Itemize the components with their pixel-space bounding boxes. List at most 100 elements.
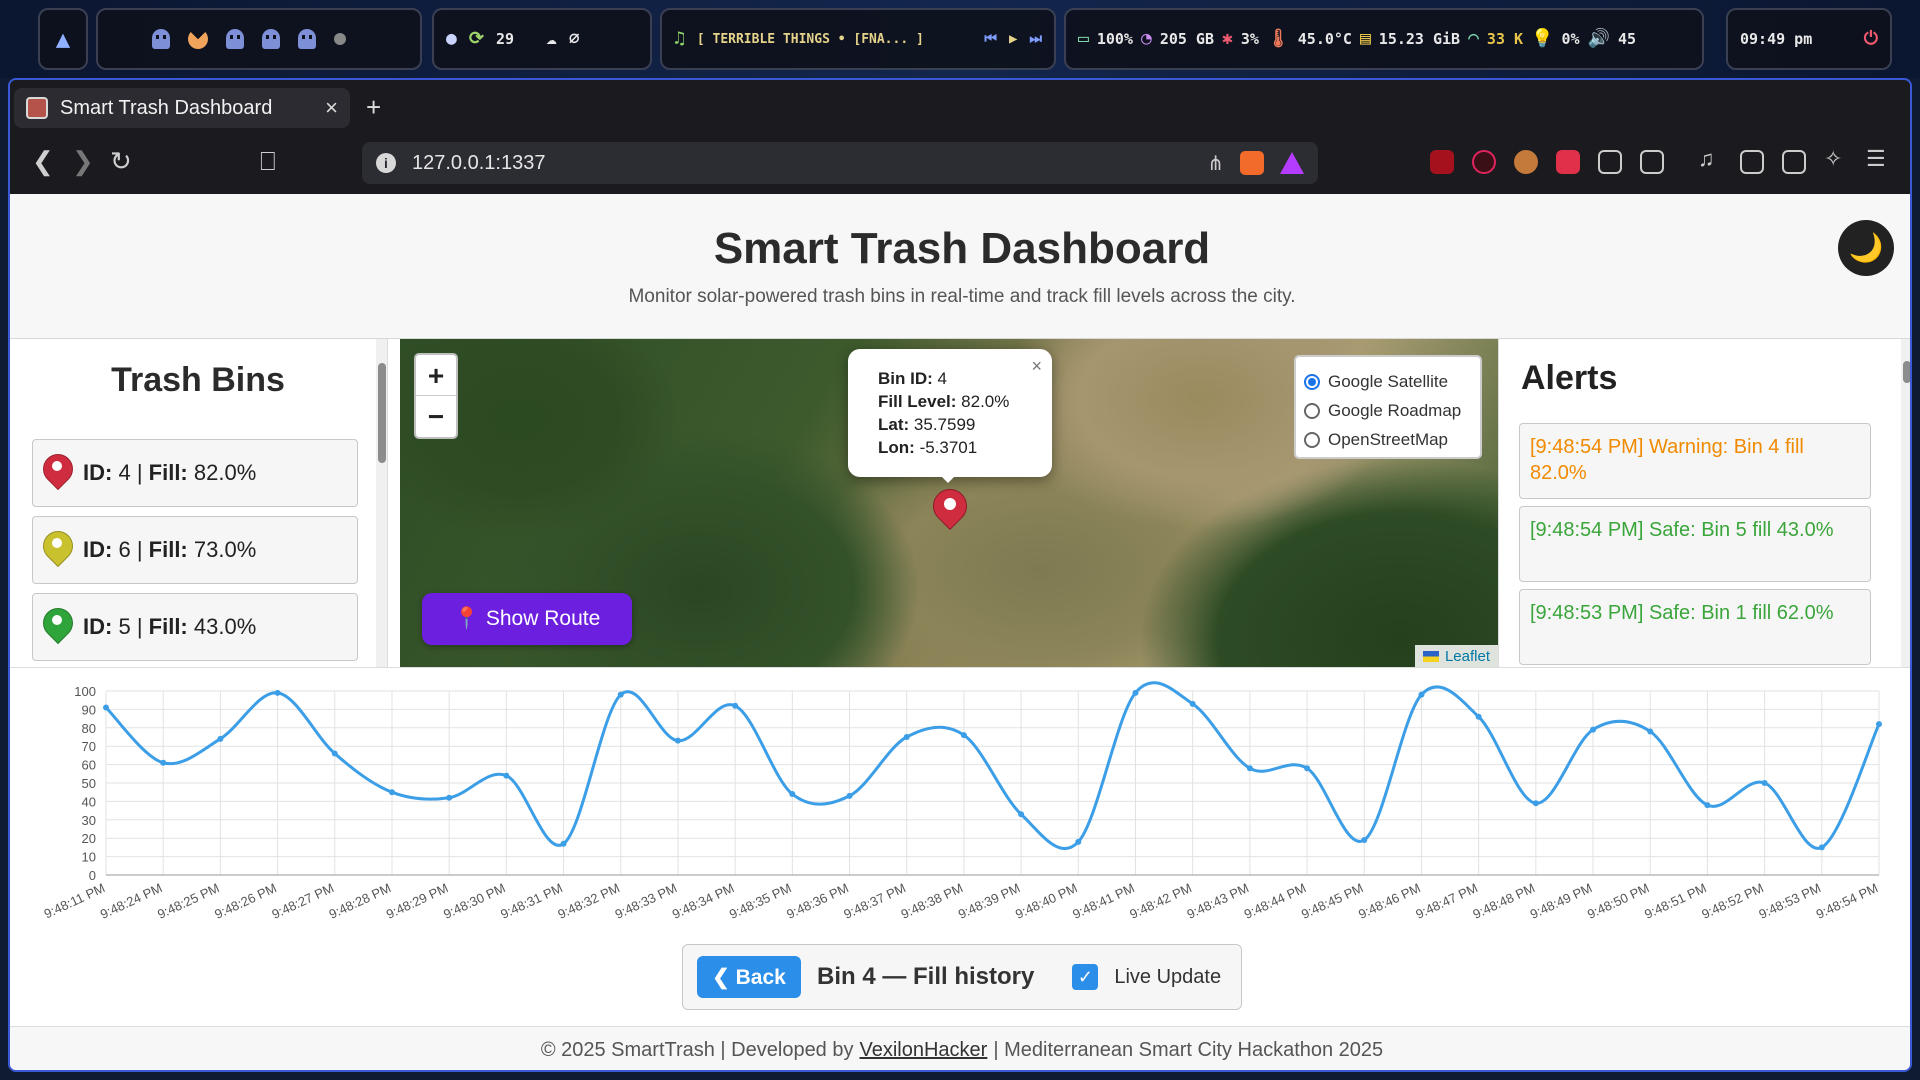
power-icon[interactable]: ⏻ <box>1864 30 1878 48</box>
data-point <box>1590 726 1597 733</box>
data-point <box>1704 802 1711 809</box>
bins-scrollbar[interactable] <box>376 339 387 667</box>
workspace-3-icon[interactable] <box>226 29 244 49</box>
map[interactable]: + − × Bin ID: 4 Fill Level: 82.0% Lat: 3… <box>400 339 1498 667</box>
workspace-6-icon[interactable] <box>334 33 346 45</box>
x-tick-label: 9:48:49 PM <box>1528 880 1595 922</box>
updates-icon[interactable]: ⟳ <box>469 30 484 48</box>
layer-radio[interactable] <box>1304 402 1320 419</box>
x-tick-label: 9:48:24 PM <box>98 880 165 922</box>
tab-smart-trash-dashboard[interactable]: Smart Trash Dashboard × <box>14 88 350 128</box>
data-point <box>103 704 109 711</box>
new-tab-icon[interactable]: + <box>366 92 381 123</box>
url-text[interactable]: 127.0.0.1:1337 <box>412 152 1191 175</box>
sidebar-icon[interactable] <box>1740 150 1764 174</box>
layer-radio[interactable] <box>1304 431 1320 448</box>
bin-card[interactable]: ID: 5 | Fill: 43.0% <box>32 593 358 661</box>
map-attribution: Leaflet <box>1414 645 1498 667</box>
popup-lon: Lon: -5.3701 <box>878 438 978 457</box>
bin-4-map-marker-icon[interactable] <box>925 481 975 539</box>
footer-author-link[interactable]: VexilonHacker <box>860 1039 988 1062</box>
previous-track-icon[interactable]: ⏮ <box>984 32 997 46</box>
workspace-4-icon[interactable] <box>262 29 280 49</box>
volume-value: 45 <box>1617 30 1637 48</box>
media-icon[interactable]: ♫ <box>1698 146 1722 171</box>
data-point <box>388 789 395 796</box>
back-button[interactable]: ❮ Back <box>697 956 801 998</box>
wallet-icon[interactable] <box>1782 150 1806 174</box>
forward-arrow-icon[interactable]: ❯ <box>72 146 94 177</box>
address-bar[interactable]: i 127.0.0.1:1337 ⋔ <box>362 142 1318 184</box>
layer-option[interactable]: Google Roadmap <box>1304 396 1472 425</box>
bookmark-icon[interactable]: ⎕ <box>260 146 276 178</box>
data-point <box>160 759 167 766</box>
fill-history-chart: 0 10 20 30 40 50 60 70 80 90 100 9:48:11 PM 9:48:24 … <box>10 667 1910 947</box>
bin-card[interactable]: ID: 4 | Fill: 82.0% <box>32 439 358 507</box>
menu-icon[interactable]: ☰ <box>1866 146 1890 171</box>
privacy-extension-icon[interactable] <box>1556 150 1580 174</box>
clip-icon[interactable]: ⌀ <box>569 30 580 48</box>
x-tick-label: 9:48:26 PM <box>212 880 279 922</box>
back-arrow-icon[interactable]: ❮ <box>32 146 54 177</box>
cpu-icon: ✱ <box>1222 28 1233 49</box>
fill-history-chart-svg: 0 10 20 30 40 50 60 70 80 90 100 9:48:11 PM9:48:24 … <box>42 681 1882 922</box>
dark-mode-toggle-button[interactable]: 🌙 <box>1838 220 1894 276</box>
layer-option[interactable]: Google Satellite <box>1304 367 1472 396</box>
zoom-in-button[interactable]: + <box>416 355 456 396</box>
cookie-extension-icon[interactable] <box>1514 150 1538 174</box>
popup-close-icon[interactable]: × <box>1031 355 1042 378</box>
reload-icon[interactable]: ↻ <box>110 146 132 177</box>
alerts-scrollbar-thumb[interactable] <box>1903 361 1910 383</box>
tab-title: Smart Trash Dashboard <box>60 96 273 119</box>
live-update-checkbox[interactable]: ✓ <box>1072 964 1099 990</box>
zoom-out-button[interactable]: − <box>416 396 456 437</box>
history-controls: ❮ Back Bin 4 — Fill history ✓ Live Updat… <box>682 944 1242 1010</box>
footer-prefix: © 2025 SmartTrash | Developed by <box>540 1039 854 1061</box>
brave-shields-icon[interactable] <box>1240 151 1264 175</box>
x-tick-label: 9:48:38 PM <box>899 880 966 922</box>
leaflet-link[interactable]: Leaflet <box>1445 648 1490 665</box>
data-point <box>1075 838 1082 845</box>
workspaces <box>96 8 422 70</box>
alerts-scrollbar[interactable] <box>1901 339 1910 667</box>
ublock-extension-icon[interactable] <box>1430 150 1454 174</box>
page-title: Smart Trash Dashboard <box>713 224 1211 273</box>
tray-icon[interactable]: ☁ <box>546 30 557 48</box>
x-tick-label: 9:48:46 PM <box>1356 880 1423 922</box>
ai-assistant-icon[interactable]: ✧ <box>1824 146 1848 171</box>
data-point <box>732 702 739 709</box>
search-tab-icon[interactable] <box>1640 150 1664 174</box>
workspace-1-icon[interactable] <box>152 29 170 49</box>
history-title: Bin 4 — Fill history <box>817 963 1035 990</box>
workspace-2-icon[interactable] <box>188 29 208 49</box>
workspace-5-icon[interactable] <box>298 29 316 49</box>
brave-rewards-icon[interactable] <box>1280 152 1304 174</box>
zoom-control: + − <box>414 353 458 439</box>
ukraine-flag-icon <box>1422 650 1439 662</box>
show-route-button[interactable]: 📍 Show Route <box>422 593 632 645</box>
volume-icon[interactable]: 🔊 <box>1588 30 1610 48</box>
play-icon[interactable]: ▶ <box>1009 32 1017 46</box>
live-update-label[interactable]: Live Update <box>1114 966 1221 989</box>
temperature-icon: 🌡 <box>1266 28 1290 49</box>
page-subtitle: Monitor solar-powered trash bins in real… <box>628 286 1296 307</box>
video-extension-icon[interactable] <box>1472 150 1496 174</box>
next-track-icon[interactable]: ⏭ <box>1029 32 1042 46</box>
x-tick-label: 9:48:54 PM <box>1814 880 1881 922</box>
share-icon[interactable]: ⋔ <box>1207 151 1224 176</box>
bins-scrollbar-thumb[interactable] <box>378 363 386 463</box>
brightness-value: 0% <box>1561 30 1580 48</box>
x-tick-label: 9:48:35 PM <box>727 880 794 922</box>
site-info-icon[interactable]: i <box>376 153 396 173</box>
data-point <box>1361 837 1368 844</box>
trash-bins-panel: Trash Bins ID: 4 | Fill: 82.0% ID: 6 | Fi… <box>10 339 388 667</box>
layer-radio[interactable] <box>1304 373 1320 390</box>
data-point <box>1647 728 1654 735</box>
data-point <box>1189 700 1196 707</box>
launcher-button[interactable]: ▲ <box>38 8 88 70</box>
extensions-puzzle-icon[interactable] <box>1598 150 1622 174</box>
close-tab-icon[interactable]: × <box>325 95 338 121</box>
x-tick-label: 9:48:27 PM <box>269 880 336 922</box>
bin-card[interactable]: ID: 6 | Fill: 73.0% <box>32 516 358 584</box>
layer-option[interactable]: OpenStreetMap <box>1304 425 1472 454</box>
